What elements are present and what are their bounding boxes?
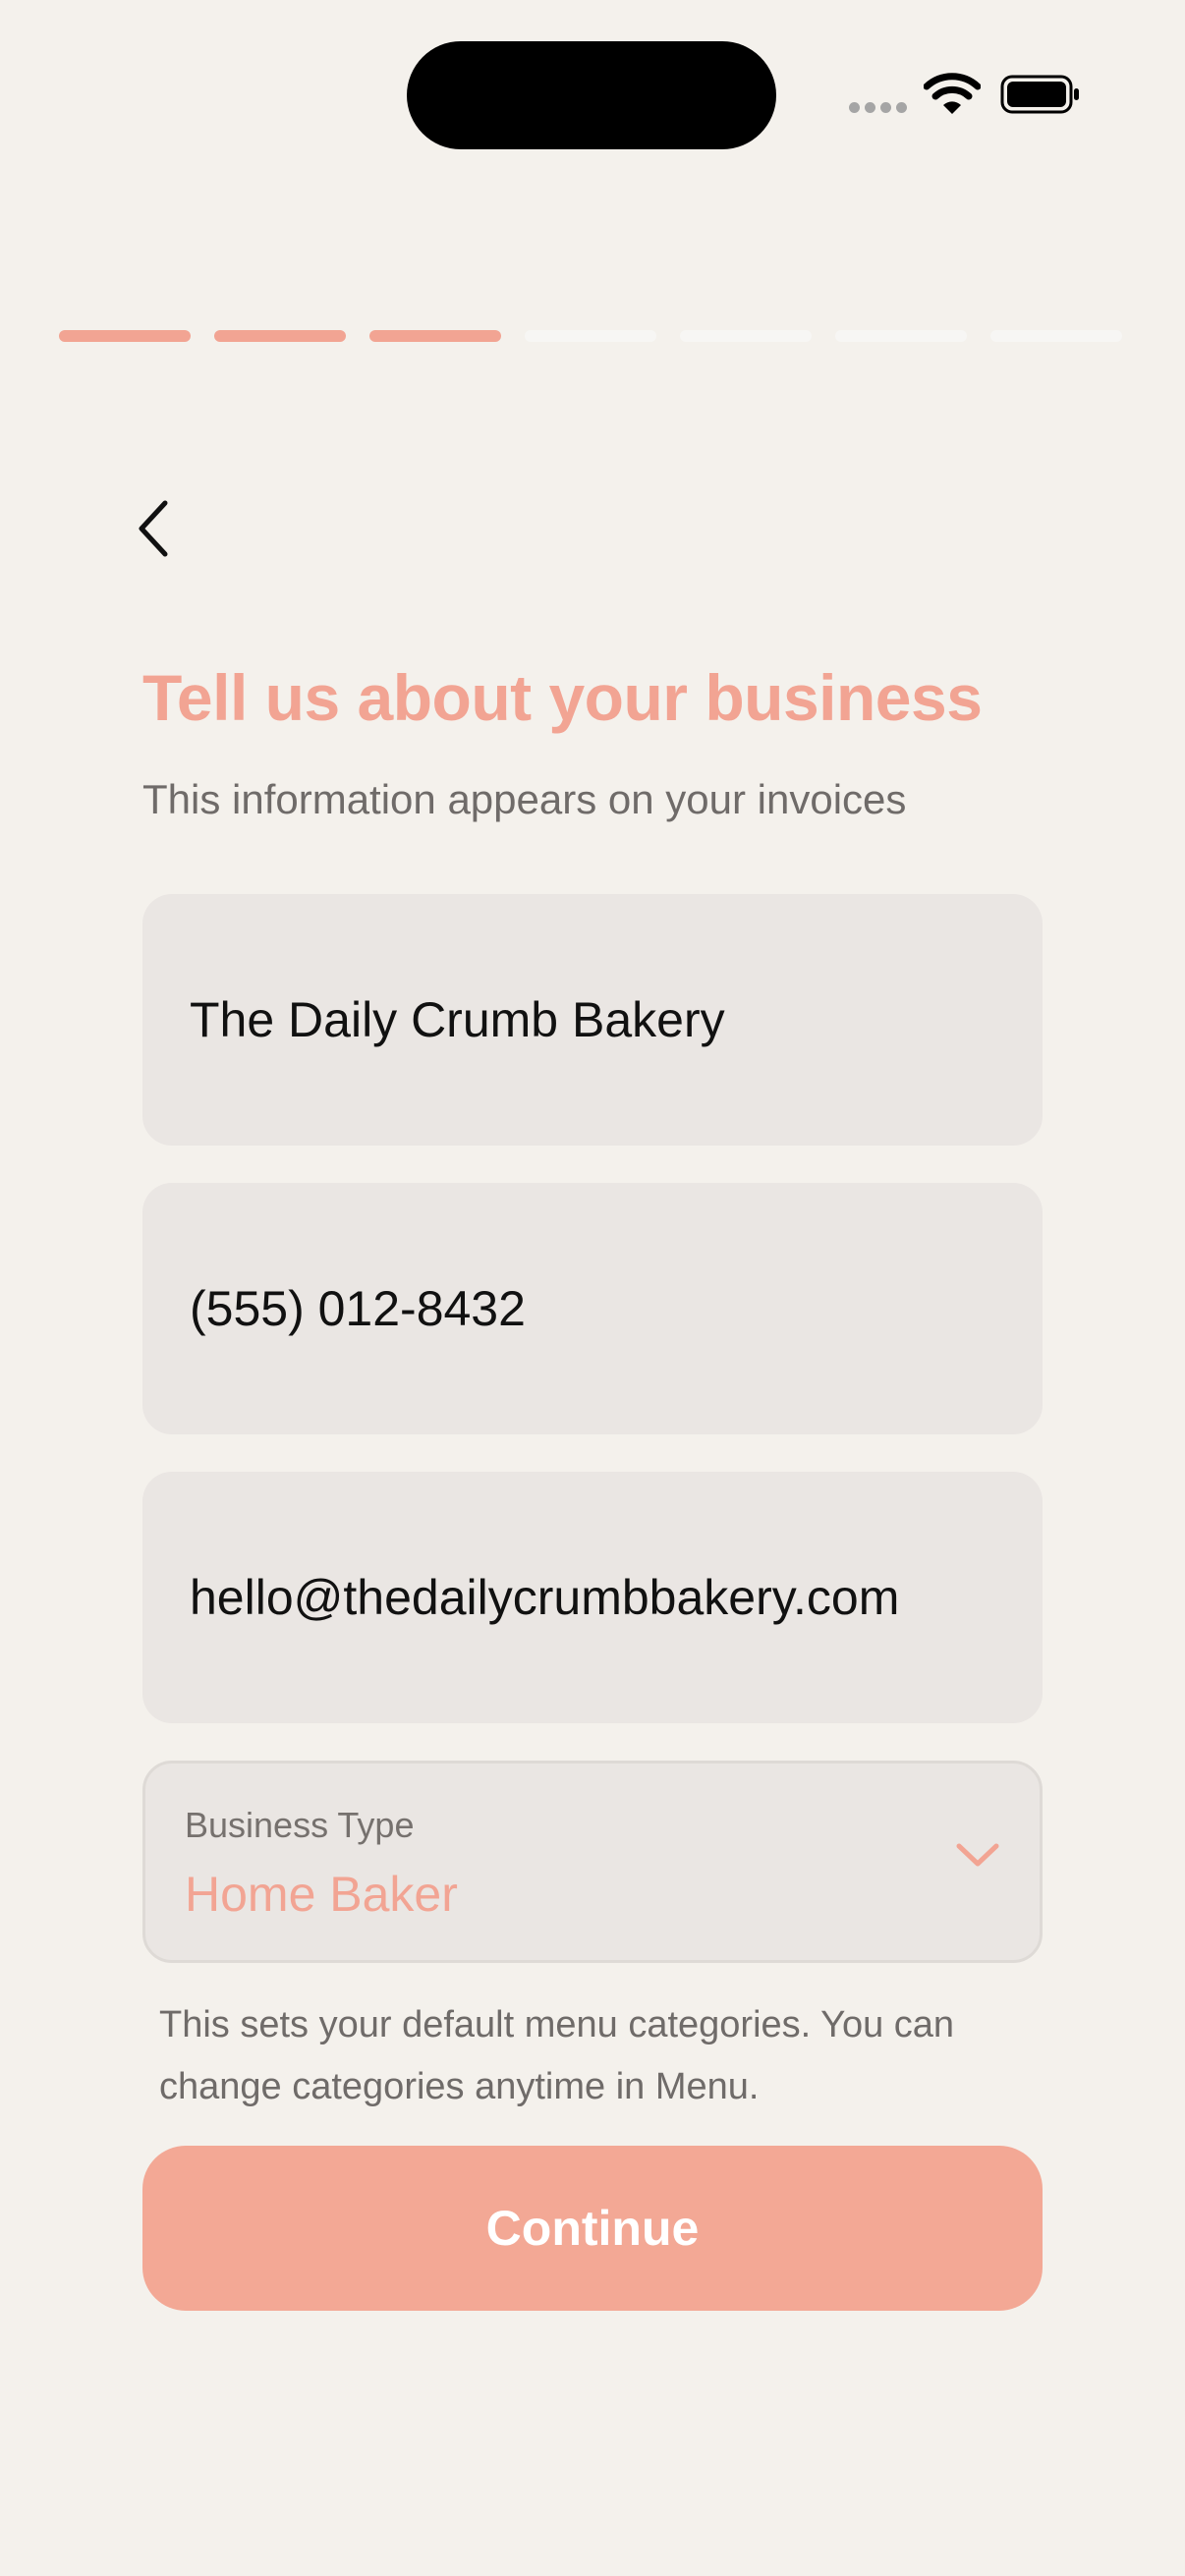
wifi-icon [924, 73, 981, 114]
chevron-left-icon [139, 500, 168, 557]
business-type-value: Home Baker [185, 1867, 458, 1922]
continue-button[interactable]: Continue [142, 2146, 1043, 2311]
phone-field[interactable] [142, 1183, 1043, 1434]
progress-segment [369, 330, 501, 342]
email-field[interactable] [142, 1472, 1043, 1723]
email-input[interactable] [190, 1472, 1005, 1723]
progress-segment [59, 330, 191, 342]
business-type-helper-text: This sets your default menu categories. … [159, 2004, 955, 2107]
page-title: Tell us about your business [142, 661, 983, 734]
business-name-input[interactable] [190, 894, 1005, 1146]
business-type-select[interactable]: Business Type Home Baker [142, 1761, 1043, 1963]
phone-input[interactable] [190, 1183, 1005, 1434]
business-type-label: Business Type [185, 1805, 415, 1845]
progress-segment [214, 330, 346, 342]
progress-segment [835, 330, 967, 342]
progress-segment [990, 330, 1122, 342]
cellular-signal-icon [849, 102, 908, 114]
battery-icon [1000, 75, 1079, 114]
business-name-field[interactable] [142, 894, 1043, 1146]
onboarding-progress [59, 330, 1126, 342]
chevron-down-icon [956, 1843, 999, 1867]
progress-segment [680, 330, 812, 342]
back-button[interactable] [114, 481, 193, 576]
progress-segment [525, 330, 656, 342]
page-subtitle: This information appears on your invoice… [142, 776, 907, 822]
dynamic-island [407, 41, 776, 149]
